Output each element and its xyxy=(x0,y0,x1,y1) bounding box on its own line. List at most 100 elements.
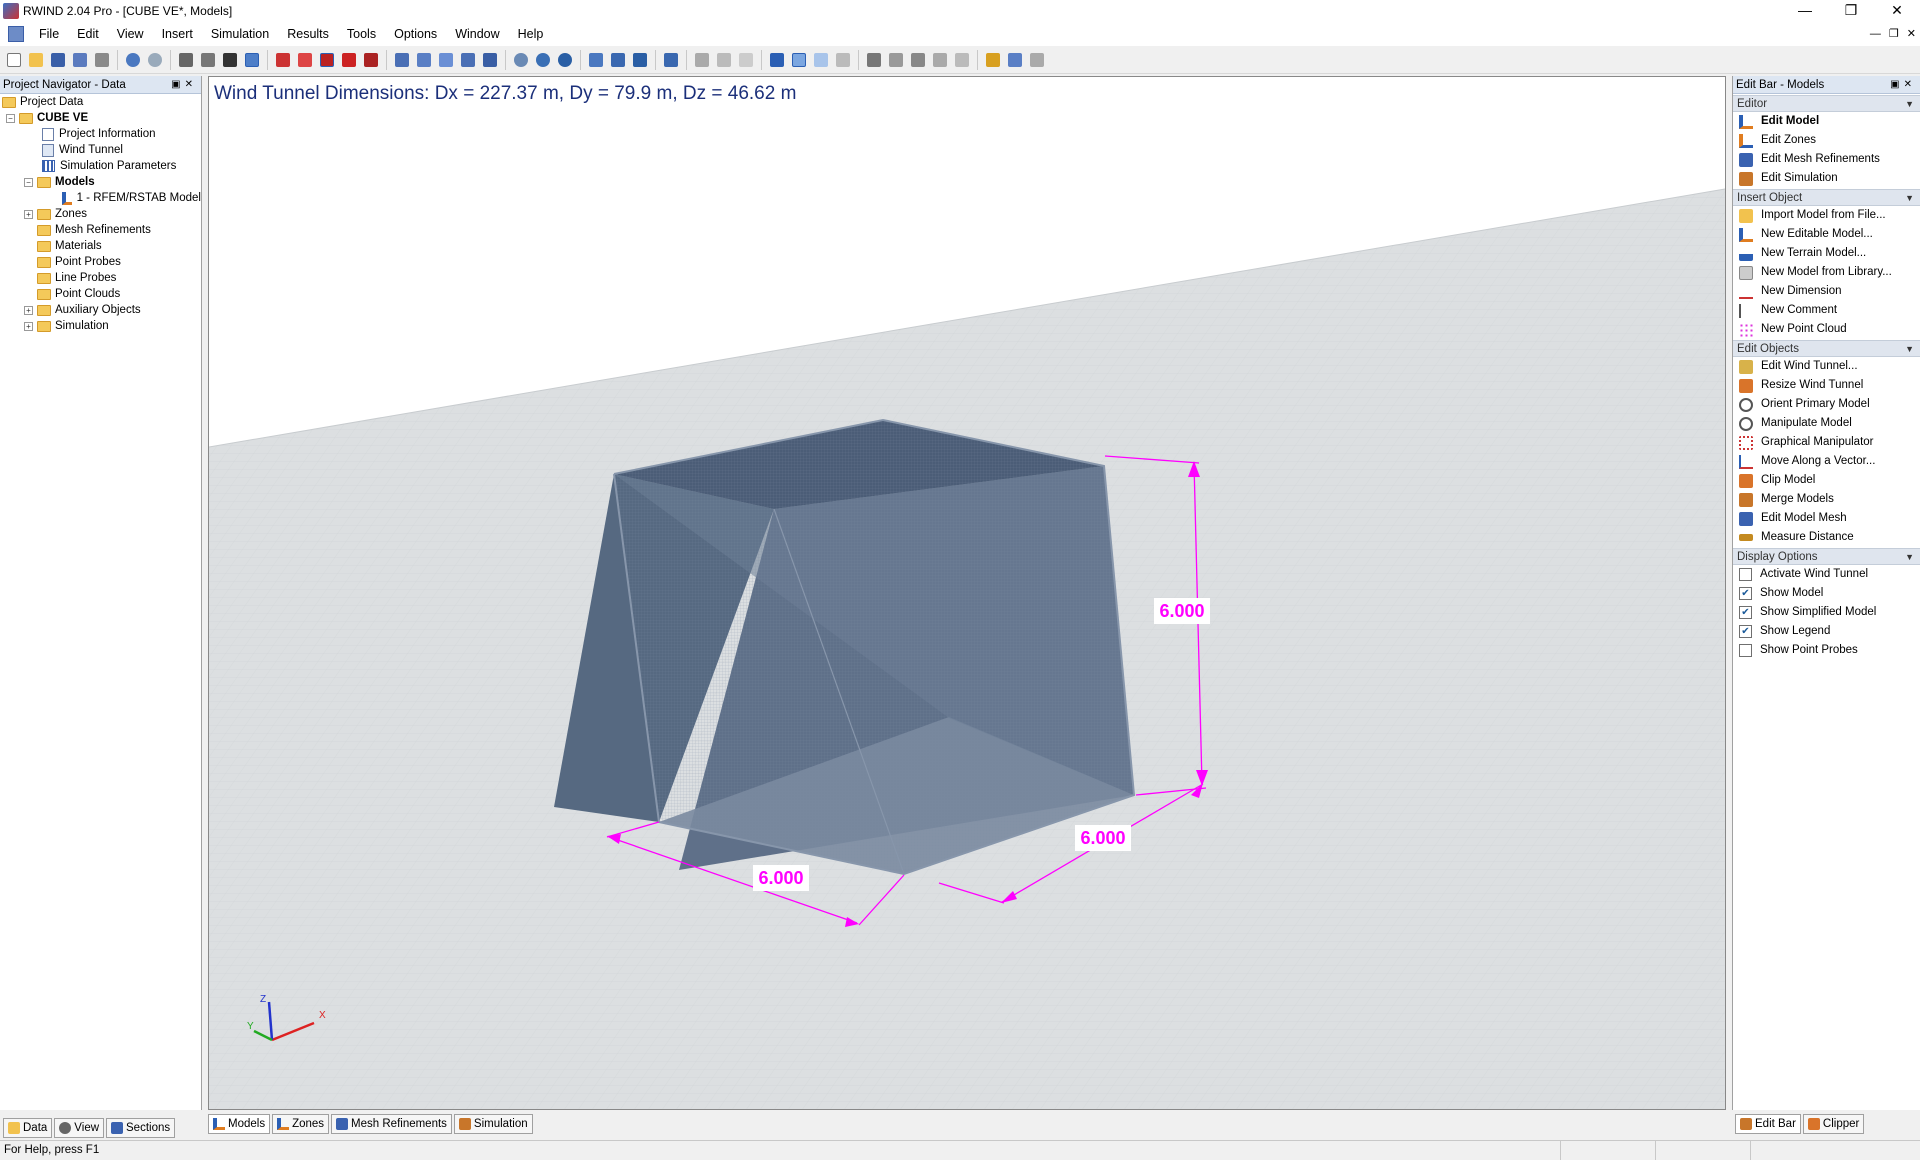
minimize-icon[interactable]: — xyxy=(1782,0,1828,22)
view-top-icon[interactable] xyxy=(436,50,456,70)
section-display-options[interactable]: Display Options ▼ xyxy=(1733,548,1920,565)
document-icon[interactable] xyxy=(8,26,24,42)
activate-wind-tunnel-option[interactable]: Activate Wind Tunnel xyxy=(1733,565,1920,584)
menu-options[interactable]: Options xyxy=(385,22,446,46)
menu-simulation[interactable]: Simulation xyxy=(202,22,278,46)
expand-icon[interactable]: + xyxy=(24,321,33,331)
show-simplified-model-option[interactable]: ✔ Show Simplified Model xyxy=(1733,603,1920,622)
section-insert-object[interactable]: Insert Object ▼ xyxy=(1733,189,1920,206)
menu-results[interactable]: Results xyxy=(278,22,338,46)
tab-data[interactable]: Data xyxy=(3,1118,53,1138)
tab-mesh-refinements[interactable]: Mesh Refinements xyxy=(331,1114,452,1134)
render-wire-icon[interactable] xyxy=(295,50,315,70)
tree-item-models[interactable]: − Models xyxy=(0,174,201,190)
expand-icon[interactable]: + xyxy=(24,209,33,219)
tree-item-point-clouds[interactable]: Point Clouds xyxy=(0,286,201,302)
tree-item-line-probes[interactable]: Line Probes xyxy=(0,270,201,286)
collapse-icon[interactable]: − xyxy=(6,113,15,123)
undo-icon[interactable] xyxy=(123,50,143,70)
close-icon[interactable]: ✕ xyxy=(1874,0,1920,22)
tree-item-project-data[interactable]: Project Data xyxy=(0,94,201,110)
edit-model-item[interactable]: Edit Model xyxy=(1733,112,1920,131)
tree-item-point-probes[interactable]: Point Probes xyxy=(0,254,201,270)
edit-simulation-item[interactable]: Edit Simulation xyxy=(1733,169,1920,188)
show-point-probes-option[interactable]: Show Point Probes xyxy=(1733,641,1920,660)
layers-icon[interactable] xyxy=(736,50,756,70)
manipulate-model-item[interactable]: Manipulate Model xyxy=(1733,414,1920,433)
checkbox-unchecked[interactable] xyxy=(1739,644,1752,657)
new-file-icon[interactable] xyxy=(4,50,24,70)
resize-wind-tunnel-item[interactable]: Resize Wind Tunnel xyxy=(1733,376,1920,395)
save-icon[interactable] xyxy=(48,50,68,70)
refresh-icon[interactable] xyxy=(533,50,553,70)
grid-icon[interactable] xyxy=(220,50,240,70)
menu-tools[interactable]: Tools xyxy=(338,22,385,46)
new-editable-model-item[interactable]: New Editable Model... xyxy=(1733,225,1920,244)
tree-item-simulation[interactable]: + Simulation xyxy=(0,318,201,334)
tree-item-zones[interactable]: + Zones xyxy=(0,206,201,222)
rotate-icon[interactable] xyxy=(339,50,359,70)
zoom-icon[interactable] xyxy=(511,50,531,70)
merge-models-item[interactable]: Merge Models xyxy=(1733,490,1920,509)
cube-model[interactable] xyxy=(554,418,1136,876)
tree-item-project-information[interactable]: Project Information xyxy=(0,126,201,142)
menu-insert[interactable]: Insert xyxy=(153,22,202,46)
move-icon[interactable] xyxy=(317,50,337,70)
new-point-cloud-item[interactable]: New Point Cloud xyxy=(1733,320,1920,339)
tab-zones[interactable]: Zones xyxy=(272,1114,330,1134)
checkbox-checked[interactable]: ✔ xyxy=(1739,606,1752,619)
paste-icon[interactable] xyxy=(608,50,628,70)
restore-icon[interactable]: ❐ xyxy=(1828,0,1874,22)
open-folder-icon[interactable] xyxy=(26,50,46,70)
reload-icon[interactable] xyxy=(555,50,575,70)
3d-viewport[interactable]: 6.000 6.000 6.000 X Z Y Wind Tunnel Dime… xyxy=(208,76,1726,1110)
print-icon[interactable] xyxy=(92,50,112,70)
pin-icon[interactable]: ▣✕ xyxy=(171,76,197,94)
menu-edit[interactable]: Edit xyxy=(68,22,108,46)
copy-icon[interactable] xyxy=(586,50,606,70)
menu-view[interactable]: View xyxy=(108,22,153,46)
clip-model-item[interactable]: Clip Model xyxy=(1733,471,1920,490)
pin-icon[interactable]: ▣✕ xyxy=(1890,76,1916,94)
tab-clipper[interactable]: Clipper xyxy=(1802,1114,1865,1134)
surface-icon[interactable] xyxy=(886,50,906,70)
tree-item-model-1[interactable]: 1 - RFEM/RSTAB Model xyxy=(0,190,201,206)
wand-icon[interactable] xyxy=(1027,50,1047,70)
section-icon[interactable] xyxy=(930,50,950,70)
save-as-icon[interactable] xyxy=(70,50,90,70)
cube-view-icon[interactable] xyxy=(661,50,681,70)
tab-view[interactable]: View xyxy=(54,1118,105,1138)
render-solid-icon[interactable] xyxy=(273,50,293,70)
edit-model-mesh-item[interactable]: Edit Model Mesh xyxy=(1733,509,1920,528)
measure-icon[interactable] xyxy=(983,50,1003,70)
edit-zones-item[interactable]: Edit Zones xyxy=(1733,131,1920,150)
import-model-item[interactable]: Import Model from File... xyxy=(1733,206,1920,225)
select-all-icon[interactable] xyxy=(198,50,218,70)
zoom-all-icon[interactable] xyxy=(480,50,500,70)
view-front-icon[interactable] xyxy=(414,50,434,70)
clip-icon[interactable] xyxy=(952,50,972,70)
menu-help[interactable]: Help xyxy=(509,22,553,46)
edit-mesh-refinements-item[interactable]: Edit Mesh Refinements xyxy=(1733,150,1920,169)
tab-sections[interactable]: Sections xyxy=(106,1118,176,1138)
new-dimension-item[interactable]: New Dimension xyxy=(1733,282,1920,301)
tab-edit-bar[interactable]: Edit Bar xyxy=(1735,1114,1801,1134)
model-active-icon[interactable] xyxy=(789,50,809,70)
checkbox-unchecked[interactable] xyxy=(1739,568,1752,581)
snap-icon[interactable] xyxy=(242,50,262,70)
tab-simulation[interactable]: Simulation xyxy=(453,1114,533,1134)
expand-icon[interactable]: + xyxy=(24,305,33,315)
shade-icon[interactable] xyxy=(864,50,884,70)
orient-primary-model-item[interactable]: Orient Primary Model xyxy=(1733,395,1920,414)
move-along-vector-item[interactable]: Move Along a Vector... xyxy=(1733,452,1920,471)
edit-pencil-icon[interactable] xyxy=(692,50,712,70)
model-up-icon[interactable] xyxy=(767,50,787,70)
doc-close-icon[interactable]: ✕ xyxy=(1907,22,1916,46)
collapse-icon[interactable]: − xyxy=(24,177,33,187)
doc-restore-icon[interactable]: ❐ xyxy=(1889,22,1899,46)
graphical-manipulator-item[interactable]: Graphical Manipulator xyxy=(1733,433,1920,452)
new-terrain-model-item[interactable]: New Terrain Model... xyxy=(1733,244,1920,263)
tree-item-simulation-parameters[interactable]: Simulation Parameters xyxy=(0,158,201,174)
show-legend-option[interactable]: ✔ Show Legend xyxy=(1733,622,1920,641)
model-list-icon[interactable] xyxy=(833,50,853,70)
